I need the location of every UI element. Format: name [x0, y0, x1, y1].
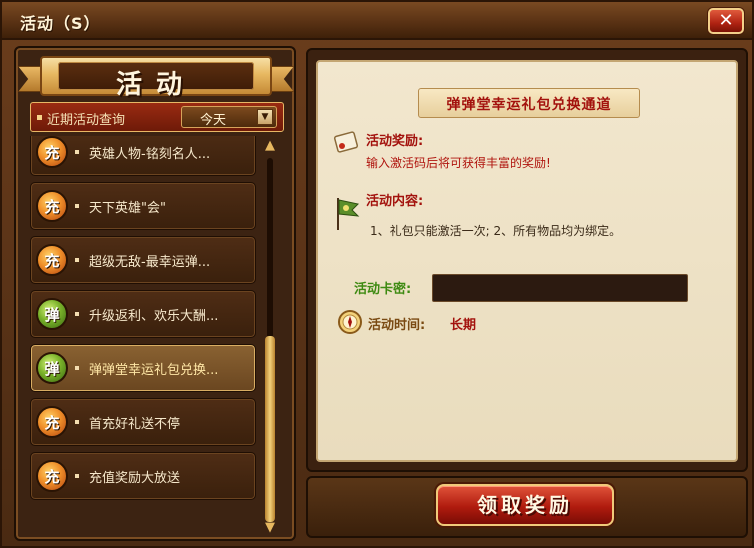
- reward-description: 输入激活码后将可获得丰富的奖励!: [366, 156, 551, 170]
- list-item[interactable]: 充 英雄人物-铭刻名人...: [30, 136, 256, 176]
- charge-badge-icon: 充: [36, 244, 68, 276]
- ddt-badge-icon: 弹: [36, 352, 68, 384]
- list-item-label: 首充好礼送不停: [89, 417, 181, 432]
- charge-badge-icon: 充: [36, 136, 68, 168]
- scroll-icon: [333, 131, 359, 153]
- activation-code-input[interactable]: [432, 274, 688, 302]
- activity-list: 充 英雄人物-铭刻名人... 充 天下英雄"会" 充 超级无敌-最幸运弹... …: [30, 136, 256, 538]
- list-item[interactable]: 充 首充好礼送不停: [30, 398, 256, 446]
- scroll-up-icon[interactable]: ▲: [262, 138, 278, 154]
- ddt-badge-icon: 弹: [36, 298, 68, 330]
- charge-badge-icon: 充: [36, 190, 68, 222]
- list-item[interactable]: 充 超级无敌-最幸运弹...: [30, 236, 256, 284]
- detail-title: 弹弹堂幸运礼包兑换通道: [446, 97, 612, 113]
- list-item-label: 弹弹堂幸运礼包兑换...: [89, 363, 219, 378]
- content-label: 活动内容:: [366, 194, 424, 209]
- detail-parchment: 弹弹堂幸运礼包兑换通道 活动奖励: 输入激活码后将可获得丰富的奖励! 活动内容:…: [316, 60, 738, 462]
- activity-banner: 活动: [18, 52, 294, 100]
- date-filter-value: 今天: [200, 113, 227, 128]
- activity-window: 活动（S） ✕ 活动 近期活动查询 今天 ▼ 充 英雄人物-铭刻名人... 充 …: [0, 0, 754, 548]
- window-title: 活动（S）: [20, 14, 101, 33]
- compass-icon: [338, 310, 362, 334]
- list-item-label: 充值奖励大放送: [89, 471, 181, 486]
- titlebar: 活动（S） ✕: [2, 2, 752, 40]
- date-filter-dropdown[interactable]: 今天 ▼: [181, 106, 277, 128]
- list-scrollbar[interactable]: ▲ ▼: [261, 136, 279, 538]
- time-label: 活动时间:: [368, 318, 426, 333]
- list-item-label: 超级无敌-最幸运弹...: [89, 255, 211, 270]
- time-value: 长期: [450, 318, 477, 333]
- recent-activity-query: 近期活动查询 今天 ▼: [30, 102, 284, 132]
- code-label: 活动卡密:: [354, 282, 412, 297]
- list-item-label: 英雄人物-铭刻名人...: [89, 147, 211, 162]
- list-item-label: 升级返利、欢乐大酬...: [89, 309, 219, 324]
- list-item[interactable]: 弹 升级返利、欢乐大酬...: [30, 290, 256, 338]
- scroll-thumb[interactable]: [265, 336, 275, 522]
- reward-label: 活动奖励:: [366, 134, 424, 149]
- flag-icon: [337, 198, 360, 230]
- list-item[interactable]: 充 充值奖励大放送: [30, 452, 256, 500]
- chevron-down-icon[interactable]: ▼: [257, 109, 273, 125]
- scroll-down-icon[interactable]: ▼: [262, 520, 278, 536]
- charge-badge-icon: 充: [36, 406, 68, 438]
- detail-header: 弹弹堂幸运礼包兑换通道: [418, 88, 640, 118]
- list-item-selected[interactable]: 弹 弹弹堂幸运礼包兑换...: [30, 344, 256, 392]
- banner-title: 活动: [115, 70, 196, 100]
- content-description: 1、礼包只能激活一次; 2、所有物品均为绑定。: [370, 224, 622, 238]
- activity-list-panel: 活动 近期活动查询 今天 ▼ 充 英雄人物-铭刻名人... 充 天下英雄"会": [14, 46, 296, 541]
- close-button[interactable]: ✕: [708, 8, 744, 34]
- list-item-label: 天下英雄"会": [89, 201, 166, 216]
- query-label: 近期活动查询: [47, 113, 126, 128]
- bullet-icon: [37, 115, 42, 120]
- charge-badge-icon: 充: [36, 460, 68, 492]
- list-item[interactable]: 充 天下英雄"会": [30, 182, 256, 230]
- activity-detail-panel: 弹弹堂幸运礼包兑换通道 活动奖励: 输入激活码后将可获得丰富的奖励! 活动内容:…: [306, 48, 748, 472]
- ribbon-center: 活动: [40, 56, 272, 100]
- claim-reward-button[interactable]: 领取奖励: [436, 484, 614, 526]
